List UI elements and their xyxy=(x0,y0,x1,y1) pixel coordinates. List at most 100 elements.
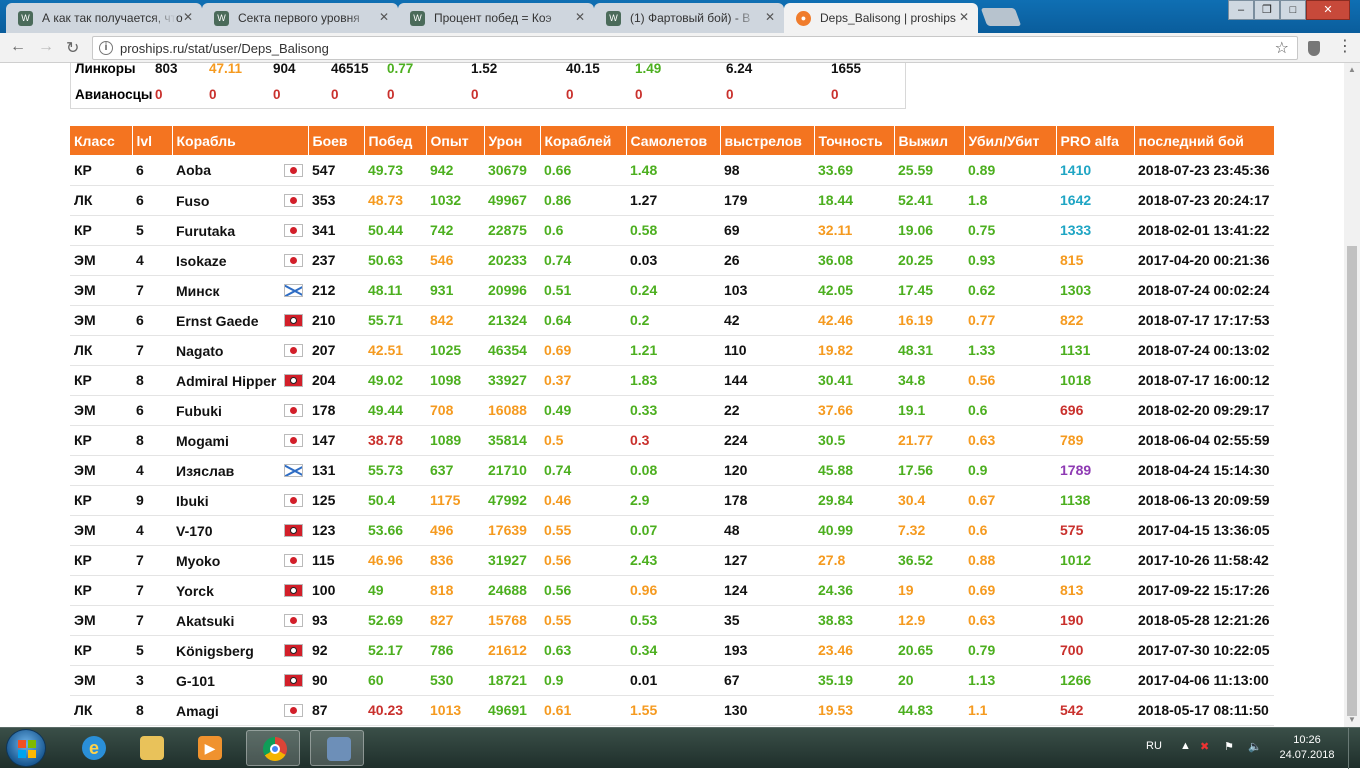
ship-name[interactable]: Akatsuki xyxy=(176,613,284,629)
browser-tab-2[interactable]: W Секта первого уровня ✕ xyxy=(202,3,398,33)
language-indicator[interactable]: RU xyxy=(1146,740,1162,752)
volume-icon[interactable]: 🔈 xyxy=(1248,740,1262,753)
cell-kd: 0.62 xyxy=(964,275,1056,306)
ship-name[interactable]: Ernst Gaede xyxy=(176,313,284,329)
ship-name[interactable]: Изяслав xyxy=(176,463,284,479)
browser-tab-1[interactable]: W А как так получается, что ✕ xyxy=(6,3,202,33)
ship-name[interactable]: G-101 xyxy=(176,673,284,689)
taskbar-ie[interactable]: e xyxy=(66,730,120,766)
browser-tab-active[interactable]: ● Deps_Balisong | proships ✕ xyxy=(784,3,978,34)
network-status-icon[interactable]: ✖ xyxy=(1200,740,1209,753)
close-tab-icon[interactable]: ✕ xyxy=(959,10,969,24)
table-row[interactable]: ЭМ 7 Минск 212 48.11 931 20996 0.51 0.24 103 42.05… xyxy=(70,275,1274,306)
restore-button[interactable]: ❐ xyxy=(1254,0,1280,20)
table-row[interactable]: ЛК 8 Amagi 87 40.23 1013 49691 0.61 1.55 130 19.53… xyxy=(70,695,1274,726)
ship-name[interactable]: Isokaze xyxy=(176,253,284,269)
table-row[interactable]: ЛК 7 Nagato 207 42.51 1025 46354 0.69 1.21 110 19.… xyxy=(70,335,1274,366)
maximize-button[interactable]: □ xyxy=(1280,0,1306,20)
ship-name[interactable]: Furutaka xyxy=(176,223,284,239)
back-icon[interactable]: ← xyxy=(10,38,26,56)
column-header[interactable]: Корабль xyxy=(172,126,309,155)
ship-name[interactable]: Mogami xyxy=(176,433,284,449)
menu-dots-icon[interactable]: ⋮ xyxy=(1337,39,1353,55)
table-row[interactable]: ЭМ 6 Ernst Gaede 210 55.71 842 21324 0.64 0.2 42 4… xyxy=(70,305,1274,336)
page-scrollbar[interactable]: ▲ ▼ xyxy=(1344,63,1360,727)
ship-name[interactable]: Yorck xyxy=(176,583,284,599)
table-row[interactable]: КР 8 Mogami 147 38.78 1089 35814 0.5 0.3 224 30.5 2… xyxy=(70,425,1274,456)
cell-planes: 1.83 xyxy=(626,365,720,396)
close-tab-icon[interactable]: ✕ xyxy=(379,10,389,24)
ship-name[interactable]: Nagato xyxy=(176,343,284,359)
tray-expand-icon[interactable]: ▲ xyxy=(1180,740,1191,752)
table-row[interactable]: КР 5 Königsberg 92 52.17 786 21612 0.63 0.34 193 2… xyxy=(70,635,1274,666)
close-tab-icon[interactable]: ✕ xyxy=(183,10,193,24)
ship-name[interactable]: Ibuki xyxy=(176,493,284,509)
column-header[interactable]: Точность xyxy=(814,126,895,155)
new-tab-button[interactable] xyxy=(980,8,1022,26)
ship-name[interactable]: Myoko xyxy=(176,553,284,569)
table-row[interactable]: КР 7 Myoko 115 46.96 836 31927 0.56 2.43 127 27.8 3… xyxy=(70,545,1274,576)
column-header[interactable]: Выжил xyxy=(894,126,965,155)
cell-accuracy: 32.11 xyxy=(814,215,894,246)
taskbar-network-app[interactable] xyxy=(310,730,364,766)
column-header[interactable]: последний бой xyxy=(1134,126,1275,155)
address-bar[interactable]: i proships.ru/stat/user/Deps_Balisong ☆ xyxy=(92,36,1298,60)
ship-name[interactable]: Fuso xyxy=(176,193,284,209)
ship-name[interactable]: Königsberg xyxy=(176,643,284,659)
column-header[interactable]: выстрелов xyxy=(720,126,815,155)
ship-name[interactable]: Aoba xyxy=(176,162,284,178)
close-window-button[interactable]: ✕ xyxy=(1306,0,1350,20)
ship-name[interactable]: Fubuki xyxy=(176,403,284,419)
table-row[interactable]: ЭМ 4 Изяслав 131 55.73 637 21710 0.74 0.08 120 45.… xyxy=(70,455,1274,486)
column-header[interactable]: Класс xyxy=(70,126,133,155)
taskbar-media-player[interactable]: ▶ xyxy=(182,730,236,766)
column-header[interactable]: Побед xyxy=(364,126,427,155)
action-center-icon[interactable]: ⚑ xyxy=(1224,740,1234,753)
minimize-button[interactable]: – xyxy=(1228,0,1254,20)
scroll-up-icon[interactable]: ▲ xyxy=(1348,65,1356,74)
column-header[interactable]: Кораблей xyxy=(540,126,627,155)
browser-tab-3[interactable]: W Процент побед = Коэ ✕ xyxy=(398,3,594,33)
system-clock[interactable]: 10:26 24.07.2018 xyxy=(1276,733,1338,763)
cell-accuracy: 30.41 xyxy=(814,365,894,396)
table-row[interactable]: ЭМ 4 V-170 123 53.66 496 17639 0.55 0.07 48 40.99 7… xyxy=(70,515,1274,546)
column-header[interactable]: Опыт xyxy=(426,126,485,155)
table-row[interactable]: ЛК 6 Fuso 353 48.73 1032 49967 0.86 1.27 179 18.44… xyxy=(70,185,1274,216)
table-row[interactable]: ЭМ 3 G-101 90 60 530 18721 0.9 0.01 67 35.19 20 1.13… xyxy=(70,665,1274,696)
table-row[interactable]: ЭМ 7 Akatsuki 93 52.69 827 15768 0.55 0.53 35 38.8… xyxy=(70,605,1274,636)
taskbar-chrome[interactable] xyxy=(246,730,300,766)
column-header[interactable]: Самолетов xyxy=(626,126,721,155)
site-info-icon[interactable]: i xyxy=(99,41,113,55)
ship-name[interactable]: Минск xyxy=(176,283,284,299)
cell-damage: 22875 xyxy=(484,215,540,246)
cell-planes: 1.27 xyxy=(626,185,720,216)
start-button[interactable] xyxy=(6,729,46,767)
scroll-down-icon[interactable]: ▼ xyxy=(1348,715,1356,724)
table-row[interactable]: КР 6 Aoba 547 49.73 942 30679 0.66 1.48 98 33.69 25… xyxy=(70,155,1274,186)
table-row[interactable]: КР 9 Ibuki 125 50.4 1175 47992 0.46 2.9 178 29.84 3… xyxy=(70,485,1274,516)
column-header[interactable]: Урон xyxy=(484,126,541,155)
close-tab-icon[interactable]: ✕ xyxy=(765,10,775,24)
forward-icon[interactable]: → xyxy=(38,38,54,56)
extension-shield-icon[interactable] xyxy=(1308,41,1320,56)
close-tab-icon[interactable]: ✕ xyxy=(575,10,585,24)
cell-accuracy: 37.66 xyxy=(814,395,894,426)
taskbar-explorer[interactable] xyxy=(124,730,178,766)
table-row[interactable]: КР 7 Yorck 100 49 818 24688 0.56 0.96 124 24.36 19 0… xyxy=(70,575,1274,606)
reload-icon[interactable]: ↻ xyxy=(66,38,79,58)
column-header[interactable]: Убил/Убит xyxy=(964,126,1057,155)
table-row[interactable]: КР 8 Admiral Hipper 204 49.02 1098 33927 0.37 1.… xyxy=(70,365,1274,396)
table-row[interactable]: КР 5 Furutaka 341 50.44 742 22875 0.6 0.58 69 32.1… xyxy=(70,215,1274,246)
ship-name[interactable]: Amagi xyxy=(176,703,284,719)
browser-tab-4[interactable]: W (1) Фартовый бой) - В ✕ xyxy=(594,3,784,33)
show-desktop-button[interactable] xyxy=(1348,728,1360,769)
column-header[interactable]: lvl xyxy=(132,126,173,155)
ship-name[interactable]: V-170 xyxy=(176,523,284,539)
table-row[interactable]: ЭМ 4 Isokaze 237 50.63 546 20233 0.74 0.03 26 36.0… xyxy=(70,245,1274,276)
table-row[interactable]: ЭМ 6 Fubuki 178 49.44 708 16088 0.49 0.33 22 37.66… xyxy=(70,395,1274,426)
column-header[interactable]: Боев xyxy=(308,126,365,155)
bookmark-star-icon[interactable]: ☆ xyxy=(1275,38,1289,58)
ship-name[interactable]: Admiral Hipper xyxy=(176,373,284,389)
column-header[interactable]: PRO alfa xyxy=(1056,126,1135,155)
scroll-thumb[interactable] xyxy=(1347,246,1357,716)
